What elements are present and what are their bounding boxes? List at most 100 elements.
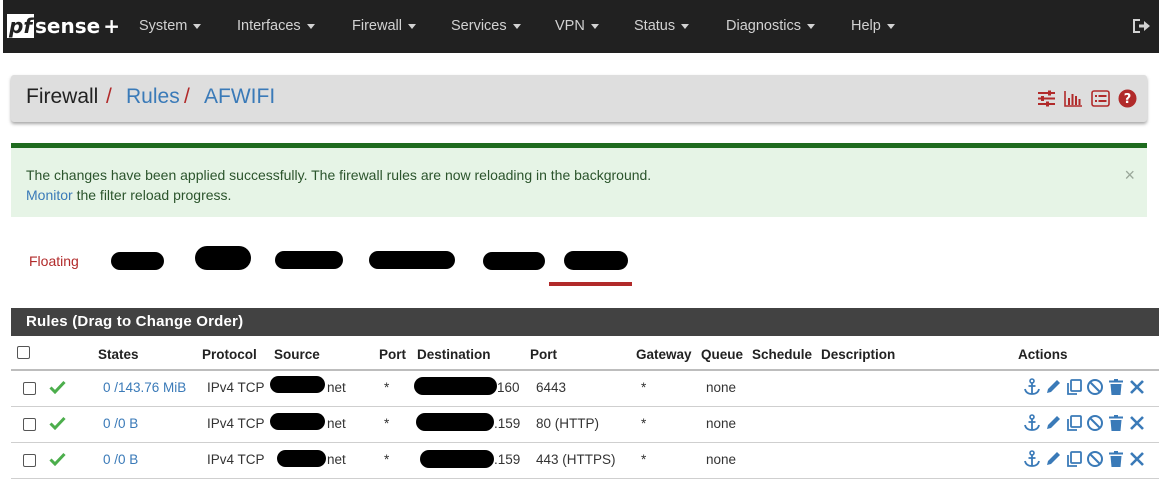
check-icon[interactable] [49,416,66,431]
row-checkbox[interactable] [23,382,36,395]
times-icon[interactable] [1128,414,1146,432]
alert-message-rest: the filter reload progress. [72,187,232,203]
nav-services-label: Services [451,18,507,34]
logo-pf: pf [7,14,35,38]
trash-icon[interactable] [1107,450,1125,468]
destination-value: .159 [494,452,521,467]
svg-text:?: ? [1124,92,1132,107]
gateway-value: * [641,416,647,431]
row-checkbox[interactable] [23,454,36,467]
breadcrumb-panel: Firewall / Rules / AFWIFI ? [11,75,1147,122]
col-actions: Actions [1018,347,1068,362]
states-value[interactable]: 0 /0 B [103,452,138,467]
copy-icon[interactable] [1065,450,1083,468]
tab-redacted[interactable] [369,251,455,269]
logo-sense: sense [35,14,101,38]
breadcrumb-afwifi[interactable]: AFWIFI [204,85,275,109]
copy-icon[interactable] [1065,378,1083,396]
gateway-value: * [641,380,647,395]
trash-icon[interactable] [1107,414,1125,432]
nav-firewall[interactable]: Firewall [352,0,416,53]
nav-diagnostics[interactable]: Diagnostics [726,0,815,53]
alert-message: The changes have been applied successful… [26,167,652,183]
nav-system[interactable]: System [139,0,202,53]
col-queue: Queue [701,347,744,362]
breadcrumb-separator: / [184,85,190,108]
check-icon[interactable] [49,452,66,467]
tab-redacted[interactable] [275,251,343,269]
states-value[interactable]: 0 /143.76 MiB [103,380,186,395]
tab-redacted[interactable] [111,252,164,270]
queue-value: none [706,452,737,467]
col-states: States [98,347,139,362]
nav-firewall-label: Firewall [352,18,402,34]
protocol-value: IPv4 TCP [207,380,265,395]
anchor-icon[interactable] [1023,450,1041,468]
pencil-icon[interactable] [1044,450,1062,468]
alert-message-line2: Monitor the filter reload progress. [26,187,231,203]
tab-redacted-active[interactable] [564,251,628,270]
trash-icon[interactable] [1107,378,1125,396]
nav-diagnostics-label: Diagnostics [726,18,801,34]
bar-chart-icon[interactable] [1064,89,1083,108]
tab-redacted[interactable] [483,252,545,270]
destination-value: .159 [494,416,521,431]
nav-status[interactable]: Status [634,0,690,53]
sliders-icon[interactable] [1037,89,1056,108]
logo-plus: + [103,14,120,38]
source-value: net [327,380,346,395]
list-icon[interactable] [1091,89,1110,108]
copy-icon[interactable] [1065,414,1083,432]
times-icon[interactable] [1128,450,1146,468]
anchor-icon[interactable] [1023,378,1041,396]
pencil-icon[interactable] [1044,378,1062,396]
caret-down-icon [886,23,895,29]
protocol-value: IPv4 TCP [207,452,265,467]
nav-help[interactable]: Help [851,0,895,53]
source-value: net [327,416,346,431]
nav-vpn-label: VPN [555,18,585,34]
top-navbar: pf sense + System Interfaces Firewall Se… [3,0,1159,53]
pfsense-logo[interactable]: pf sense + [7,13,120,39]
caret-down-icon [806,23,815,29]
anchor-icon[interactable] [1023,414,1041,432]
sign-out-icon[interactable] [1131,17,1151,35]
help-icon[interactable]: ? [1118,89,1137,108]
states-value[interactable]: 0 /0 B [103,416,138,431]
src-port-value: * [384,380,390,395]
source-redacted [270,413,325,430]
row-divider [11,478,1159,479]
breadcrumb-rules[interactable]: Rules [126,85,180,109]
monitor-link[interactable]: Monitor [26,187,73,203]
select-all-checkbox[interactable] [17,346,30,359]
pencil-icon[interactable] [1044,414,1062,432]
nav-interfaces[interactable]: Interfaces [237,0,315,53]
ban-icon[interactable] [1086,450,1104,468]
col-dst-port: Port [530,347,557,362]
rules-panel-heading: Rules (Drag to Change Order) [11,308,1159,336]
caret-down-icon [512,23,521,29]
ban-icon[interactable] [1086,414,1104,432]
close-icon[interactable]: × [1124,166,1135,184]
col-description: Description [821,347,896,362]
header-divider [11,369,1159,371]
row-checkbox[interactable] [23,418,36,431]
times-icon[interactable] [1128,378,1146,396]
tab-floating[interactable]: Floating [29,253,79,269]
col-source: Source [274,347,320,362]
destination-redacted [414,377,497,395]
caret-down-icon [590,23,599,29]
col-gateway: Gateway [636,347,692,362]
check-icon[interactable] [49,380,66,395]
nav-vpn[interactable]: VPN [555,0,599,53]
dst-port-value: 6443 [536,380,567,395]
caret-down-icon [306,23,315,29]
col-protocol: Protocol [202,347,257,362]
row-actions [1023,378,1146,396]
tab-redacted[interactable] [195,246,251,270]
ban-icon[interactable] [1086,378,1104,396]
destination-redacted [416,413,494,431]
nav-services[interactable]: Services [451,0,521,53]
col-destination: Destination [417,347,491,362]
nav-system-label: System [139,18,188,34]
